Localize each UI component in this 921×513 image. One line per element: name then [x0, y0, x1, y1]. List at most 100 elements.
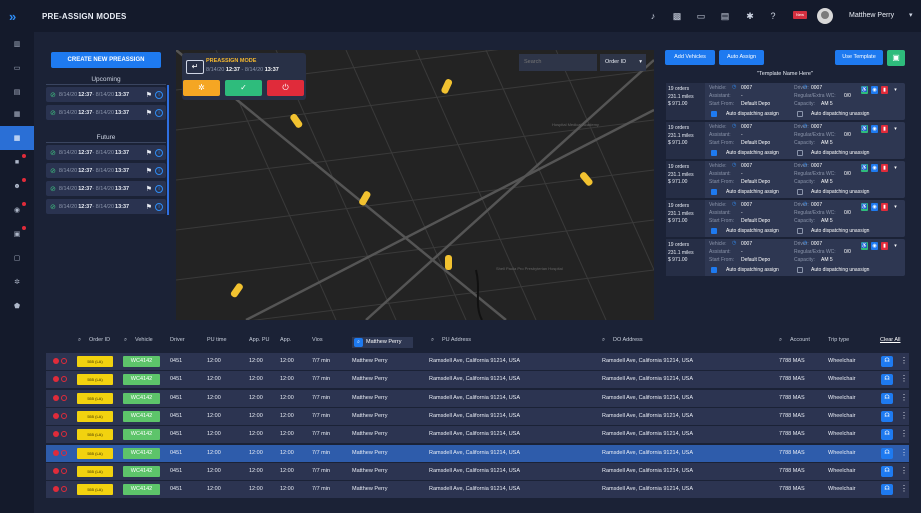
col-trip-type[interactable]: Trip type	[828, 337, 849, 343]
headset-icon[interactable]: ☊	[881, 429, 893, 441]
chevron-down-icon[interactable]: ▾	[909, 11, 913, 19]
more-options-icon[interactable]: ⋮	[900, 411, 908, 421]
cancel-icon[interactable]	[53, 394, 59, 401]
alert-icon[interactable]	[61, 376, 67, 383]
wheelchair-icon[interactable]: ♿	[861, 203, 868, 211]
search-icon[interactable]: ⌕	[602, 337, 605, 344]
alert-icon[interactable]	[61, 394, 67, 401]
headset-icon[interactable]: ☊	[881, 465, 893, 477]
inbox-icon[interactable]: ▩	[671, 10, 683, 22]
col-driver[interactable]: Driver	[170, 337, 185, 343]
sidebar-item-schedule[interactable]: ▦	[0, 102, 34, 126]
alert-icon[interactable]	[61, 467, 67, 474]
more-options-icon[interactable]: ⋮	[900, 484, 908, 494]
table-row[interactable]: 555 (LA) WC4142 0451 12:00 12:00 12:00 7/7 min…	[46, 353, 909, 370]
info-icon[interactable]: i	[155, 90, 163, 99]
sidebar-item-security[interactable]: ⬟	[0, 294, 34, 318]
table-row[interactable]: 555 (LA) WC4142 0451 12:00 12:00 12:00 7/7 min…	[46, 426, 909, 444]
chevron-down-icon[interactable]: ▾	[892, 164, 899, 172]
vehicle-tag[interactable]: WC4142	[123, 410, 160, 422]
power-button[interactable]: ⏻	[267, 80, 304, 96]
car-marker-icon[interactable]	[442, 254, 456, 272]
vehicle-card[interactable]: 19 orders 231.1 miles $ 971.00 Vehicle: ◷ 000…	[666, 83, 905, 120]
order-tag[interactable]: 555 (LA)	[77, 484, 113, 496]
settings-button[interactable]: ✲	[183, 80, 220, 96]
auto-unassign-checkbox[interactable]	[797, 189, 803, 195]
col-app-pu[interactable]: App. PU	[249, 337, 269, 343]
auto-unassign-checkbox[interactable]	[797, 111, 803, 117]
vehicle-card[interactable]: 19 orders 231.1 miles $ 971.00 Vehicle: ◷ 000…	[666, 239, 905, 276]
order-tag[interactable]: 555 (LA)	[77, 410, 113, 422]
col-app[interactable]: App.	[280, 337, 291, 343]
sidebar-item-messages[interactable]: ▭	[0, 56, 34, 80]
preassign-item[interactable]: ⊘ 8/14/20 12:37 - 8/14/20 13:37 ⚑ i	[46, 181, 166, 196]
alert-icon[interactable]	[61, 412, 67, 419]
chevron-down-icon[interactable]: ▾	[892, 86, 899, 94]
info-icon[interactable]: i	[155, 184, 163, 193]
headset-icon[interactable]: ☊	[881, 356, 893, 367]
wheelchair-icon[interactable]: ♿	[861, 125, 868, 133]
vehicle-tag[interactable]: WC4142	[123, 429, 160, 441]
scroll-indicator[interactable]	[167, 85, 169, 215]
info-icon[interactable]: i	[155, 166, 163, 175]
use-template-button[interactable]: Use Template	[835, 50, 883, 65]
location-pin-icon[interactable]: ◉	[871, 86, 878, 94]
trash-icon[interactable]: ▮	[881, 86, 888, 94]
chevron-down-icon[interactable]: ▾	[892, 203, 899, 211]
vehicle-card[interactable]: 19 orders 231.1 miles $ 971.00 Vehicle: ◷ 000…	[666, 161, 905, 198]
chevron-down-icon[interactable]: ▾	[892, 242, 899, 250]
order-tag[interactable]: 555 (LA)	[77, 429, 113, 441]
table-row[interactable]: 555 (LA) WC4142 0451 12:00 12:00 12:00 7/7 min…	[46, 407, 909, 425]
auto-assign-checkbox[interactable]	[711, 189, 717, 195]
col-vehicle[interactable]: Vehicle	[135, 337, 153, 343]
order-tag[interactable]: 555 (LA)	[77, 392, 113, 404]
order-tag[interactable]: 555 (LA)	[77, 374, 113, 386]
table-row[interactable]: 555 (LA) WC4142 0451 12:00 12:00 12:00 7/7 min…	[46, 371, 909, 389]
trash-icon[interactable]: ▮	[881, 125, 888, 133]
headset-icon[interactable]: ☊	[881, 392, 893, 404]
order-tag[interactable]: 555 (LA)	[77, 465, 113, 477]
wheelchair-icon[interactable]: ♿	[861, 242, 868, 250]
preassign-item[interactable]: ⊘ 8/14/20 12:37 - 8/14/20 13:37 ⚑ i	[46, 199, 166, 214]
alert-icon[interactable]	[61, 449, 67, 456]
headset-icon[interactable]: ☊	[881, 484, 893, 496]
vehicle-tag[interactable]: WC4142	[123, 447, 160, 459]
search-icon[interactable]: ⌕	[124, 337, 127, 344]
auto-assign-checkbox[interactable]	[711, 228, 717, 234]
more-options-icon[interactable]: ⋮	[900, 448, 908, 458]
news-icon[interactable]: ▤	[719, 10, 731, 22]
save-template-button[interactable]: ▣	[887, 50, 905, 66]
wheelchair-icon[interactable]: ♿	[861, 86, 868, 94]
location-pin-icon[interactable]: ◉	[871, 125, 878, 133]
auto-assign-button[interactable]: Auto Assign	[719, 50, 764, 65]
add-vehicles-button[interactable]: Add Vehicles	[665, 50, 715, 65]
auto-unassign-checkbox[interactable]	[797, 228, 803, 234]
wheelchair-icon[interactable]: ♿	[861, 164, 868, 172]
auto-assign-checkbox[interactable]	[711, 150, 717, 156]
preassign-item[interactable]: ⊘ 8/14/20 12:37 - 8/14/20 13:37 ⚑ i	[46, 145, 166, 160]
vehicle-tag[interactable]: WC4142	[123, 374, 160, 386]
cancel-icon[interactable]	[53, 358, 59, 364]
info-icon[interactable]: i	[155, 148, 163, 157]
car-marker-icon[interactable]	[440, 78, 454, 96]
alert-icon[interactable]	[61, 431, 67, 438]
headset-icon[interactable]: ☊	[881, 410, 893, 422]
menu-expand-icon[interactable]: »	[9, 9, 16, 24]
vehicle-tag[interactable]: WC4142	[123, 484, 160, 496]
more-options-icon[interactable]: ⋮	[900, 356, 908, 366]
vehicle-tag[interactable]: WC4142	[123, 356, 160, 367]
vehicle-tag[interactable]: WC4142	[123, 465, 160, 477]
col-account[interactable]: Account	[790, 337, 810, 343]
car-sign-icon[interactable]: ⚑	[146, 167, 152, 175]
chevron-down-icon[interactable]: ▾	[892, 125, 899, 133]
search-icon[interactable]: ⌕	[431, 337, 434, 344]
table-row[interactable]: 555 (LA) WC4142 0451 12:00 12:00 12:00 7/7 min…	[46, 444, 909, 462]
sidebar-item-settings[interactable]: ✲	[0, 270, 34, 294]
table-row[interactable]: 555 (LA) WC4142 0451 12:00 12:00 12:00 7/7 min…	[46, 389, 909, 407]
preassign-item[interactable]: ⊘ 8/14/20 12:37 - 8/14/20 13:37 ⚑ i	[46, 87, 166, 102]
auto-unassign-checkbox[interactable]	[797, 150, 803, 156]
cancel-icon[interactable]	[53, 431, 59, 438]
chat-icon[interactable]: ▭	[695, 10, 707, 22]
vehicle-card[interactable]: 19 orders 231.1 miles $ 971.00 Vehicle: ◷ 000…	[666, 200, 905, 237]
alert-icon[interactable]	[61, 486, 67, 493]
